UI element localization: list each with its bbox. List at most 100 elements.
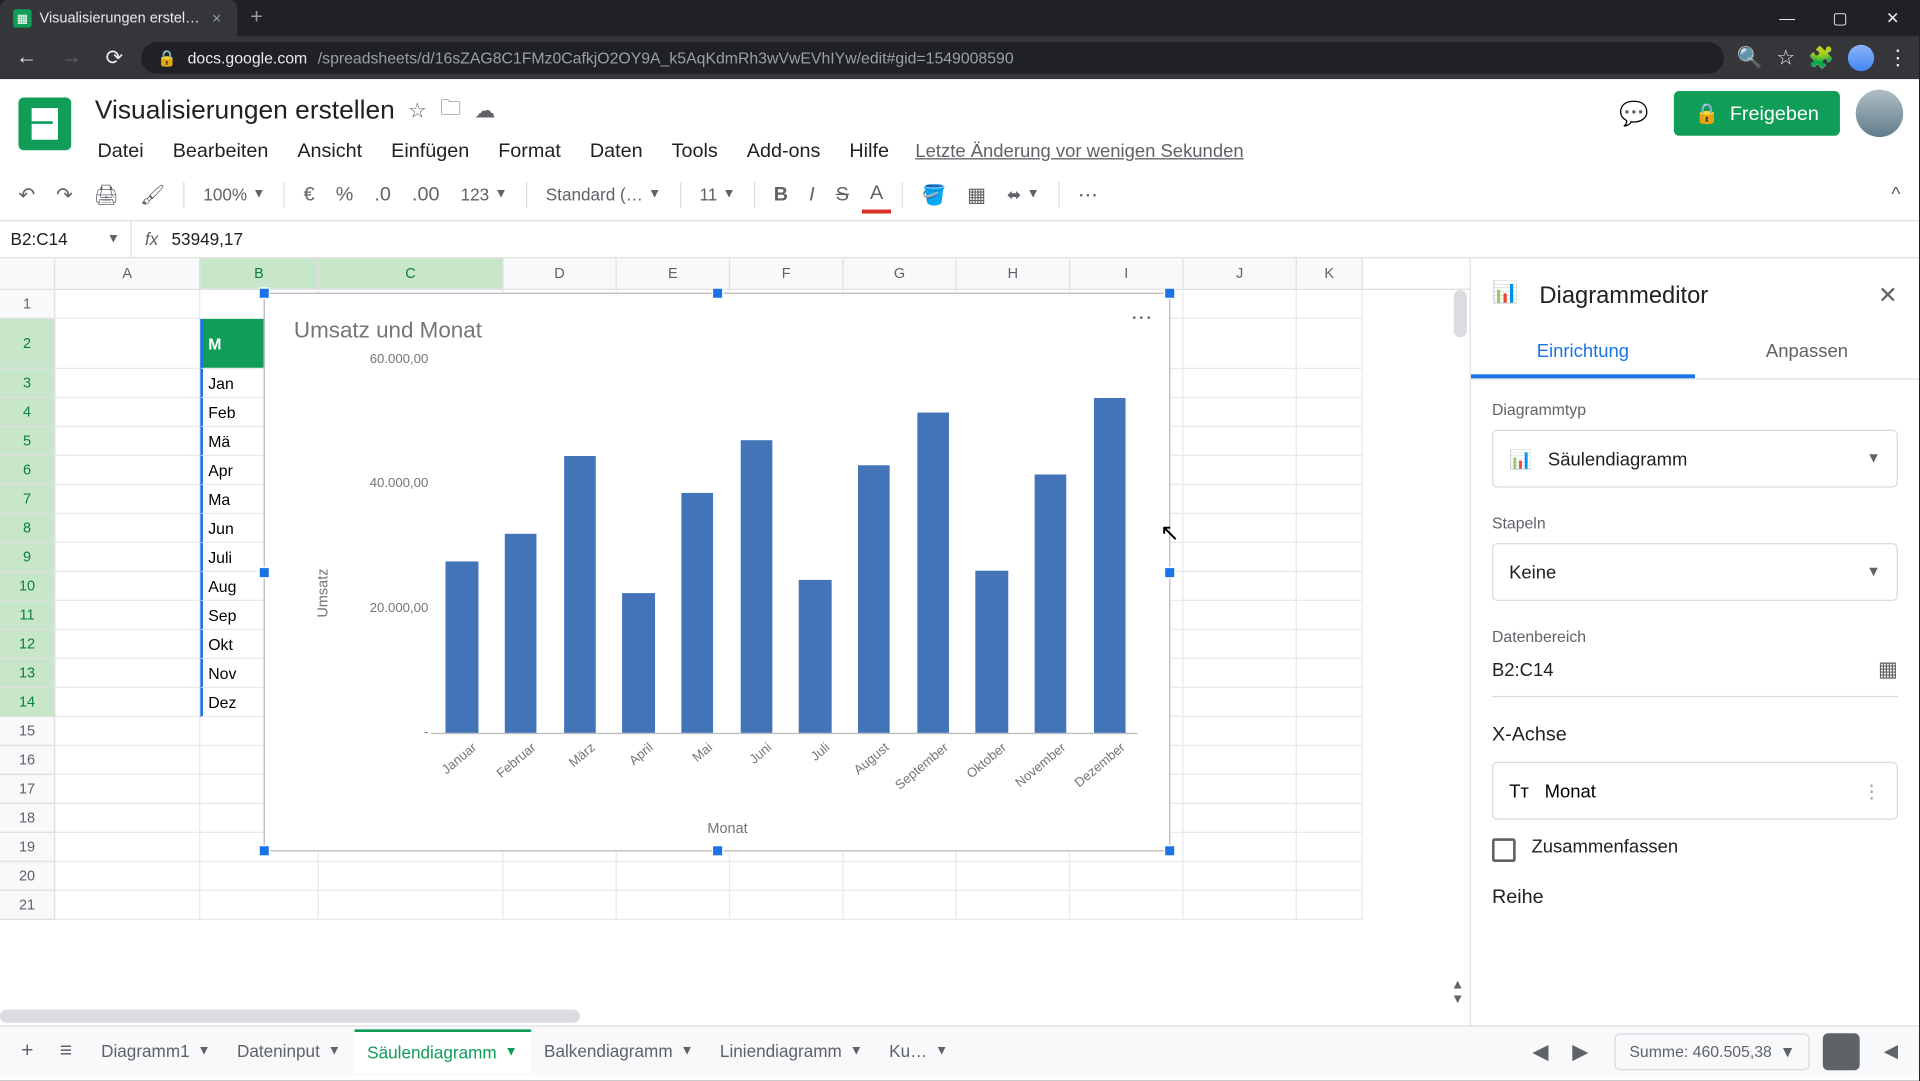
borders-button[interactable]: ▦ <box>959 177 994 211</box>
select-all-corner[interactable] <box>0 258 55 288</box>
chrome-menu-icon[interactable]: ⋮ <box>1887 45 1908 71</box>
close-icon[interactable]: × <box>210 9 225 27</box>
redo-button[interactable]: ↷ <box>48 177 80 211</box>
move-icon[interactable]: 🗀 <box>440 93 461 129</box>
scroll-up-icon[interactable]: ▲ <box>1451 978 1467 992</box>
menu-view[interactable]: Ansicht <box>295 136 365 164</box>
text-color-button[interactable]: A <box>862 176 891 213</box>
chart-menu-icon[interactable]: ⋮ <box>1128 307 1153 325</box>
cloud-status-icon[interactable]: ☁ <box>474 98 495 124</box>
menu-format[interactable]: Format <box>496 136 564 164</box>
window-maximize-button[interactable]: ▢ <box>1814 9 1867 27</box>
bold-button[interactable]: B <box>766 178 796 211</box>
chart-object[interactable]: ⋮ Umsatz und Monat Umsatz Monat -20.000,… <box>264 293 1171 852</box>
col-header[interactable]: J <box>1184 258 1297 288</box>
col-header[interactable]: K <box>1297 258 1363 288</box>
dec-decrease-button[interactable]: .0 <box>367 178 399 211</box>
range-input[interactable] <box>1492 659 1867 680</box>
more-button[interactable]: ⋯ <box>1070 177 1106 211</box>
col-header[interactable]: F <box>730 258 843 288</box>
col-header[interactable]: C <box>319 258 504 288</box>
aggregate-checkbox-row[interactable]: Zusammenfassen <box>1492 836 1898 862</box>
chevron-down-icon[interactable]: ▼ <box>198 1044 211 1058</box>
menu-tools[interactable]: Tools <box>669 136 720 164</box>
menu-insert[interactable]: Einfügen <box>389 136 472 164</box>
window-close-button[interactable]: ✕ <box>1866 9 1919 27</box>
print-button[interactable]: 🖨 <box>86 177 127 211</box>
more-icon[interactable]: ⋮ <box>1862 780 1880 802</box>
sheet-tab[interactable]: Diagramm1▼ <box>88 1029 224 1072</box>
select-range-icon[interactable]: ▦ <box>1878 656 1898 682</box>
vertical-scrollbar[interactable] <box>1451 290 1469 343</box>
font-size-dropdown[interactable]: 11▼ <box>692 179 744 209</box>
fill-color-button[interactable]: 🪣 <box>914 177 954 211</box>
sheet-tab[interactable]: Säulendiagramm▼ <box>354 1029 531 1072</box>
window-minimize-button[interactable]: ― <box>1761 9 1814 27</box>
name-box[interactable]: B2:C14 ▼ <box>0 221 132 257</box>
stacking-dropdown[interactable]: Keine ▼ <box>1492 543 1898 601</box>
chevron-down-icon[interactable]: ▼ <box>505 1045 518 1059</box>
sheet-nav-right[interactable]: ▶ <box>1562 1033 1599 1070</box>
formula-value[interactable]: 53949,17 <box>172 229 243 249</box>
chevron-down-icon[interactable]: ▼ <box>935 1044 948 1058</box>
merge-button[interactable]: ⬌▼ <box>999 179 1048 211</box>
col-header[interactable]: H <box>957 258 1070 288</box>
sheet-area[interactable]: A B C D E F G H I J K 1 2M3Jan4Feb5Mä6Ap… <box>0 258 1471 1025</box>
doc-title[interactable]: Visualisierungen erstellen <box>95 96 395 126</box>
summary-dropdown[interactable]: Summe: 460.505,38 ▼ <box>1615 1033 1810 1070</box>
col-header[interactable]: A <box>55 258 200 288</box>
sheet-nav-left[interactable]: ◀ <box>1522 1033 1559 1070</box>
italic-button[interactable]: I <box>801 178 822 211</box>
menu-edit[interactable]: Bearbeiten <box>170 136 271 164</box>
all-sheets-button[interactable]: ≡ <box>49 1034 82 1068</box>
close-editor-button[interactable]: ✕ <box>1878 281 1898 309</box>
menu-file[interactable]: Datei <box>95 136 146 164</box>
percent-button[interactable]: % <box>328 178 361 211</box>
comments-button[interactable]: 💬 <box>1610 90 1657 137</box>
tab-setup[interactable]: Einrichtung <box>1471 327 1695 378</box>
col-header[interactable]: I <box>1070 258 1183 288</box>
col-header[interactable]: B <box>200 258 319 288</box>
zoom-dropdown[interactable]: 100%▼ <box>195 179 273 209</box>
sheet-tab[interactable]: Ku…▼ <box>876 1029 961 1072</box>
reload-button[interactable]: ⟳ <box>100 45 128 71</box>
dec-increase-button[interactable]: .00 <box>404 178 447 211</box>
bookmark-icon[interactable]: ☆ <box>1776 45 1795 71</box>
last-edit-link[interactable]: Letzte Änderung vor wenigen Sekunden <box>915 140 1243 161</box>
sheet-tab[interactable]: Liniendiagramm▼ <box>707 1029 876 1072</box>
xaxis-field[interactable]: Tᴛ Monat ⋮ <box>1492 762 1898 820</box>
menu-help[interactable]: Hilfe <box>847 136 892 164</box>
zoom-icon[interactable]: 🔍 <box>1737 45 1763 71</box>
col-header[interactable]: G <box>844 258 957 288</box>
tab-customize[interactable]: Anpassen <box>1695 327 1919 378</box>
chevron-down-icon[interactable]: ▼ <box>850 1044 863 1058</box>
undo-button[interactable]: ↶ <box>11 177 43 211</box>
checkbox-icon[interactable] <box>1492 838 1516 862</box>
star-icon[interactable]: ☆ <box>408 98 427 124</box>
menu-data[interactable]: Daten <box>587 136 645 164</box>
chart-type-dropdown[interactable]: 📊 Säulendiagramm ▼ <box>1492 430 1898 488</box>
horizontal-scrollbar[interactable] <box>0 1007 1443 1025</box>
address-bar[interactable]: 🔒 docs.google.com /spreadsheets/d/16sZAG… <box>142 42 1724 74</box>
back-button[interactable]: ← <box>11 46 43 70</box>
scroll-down-icon[interactable]: ▼ <box>1451 992 1467 1006</box>
chevron-down-icon[interactable]: ▼ <box>680 1044 693 1058</box>
font-dropdown[interactable]: Standard (…▼ <box>538 179 669 209</box>
strike-button[interactable]: S <box>828 178 857 211</box>
menu-addons[interactable]: Add-ons <box>744 136 823 164</box>
sheet-tab[interactable]: Dateninput▼ <box>224 1029 354 1072</box>
paint-format-button[interactable]: 🖌 <box>132 177 173 211</box>
number-format-dropdown[interactable]: 123▼ <box>453 179 516 209</box>
new-tab-button[interactable]: + <box>237 7 276 31</box>
col-header[interactable]: D <box>503 258 616 288</box>
currency-button[interactable]: € <box>296 178 323 211</box>
col-header[interactable]: E <box>617 258 730 288</box>
share-button[interactable]: 🔒 Freigeben <box>1674 91 1840 136</box>
sheet-tab[interactable]: Balkendiagramm▼ <box>531 1029 707 1072</box>
profile-avatar-icon[interactable] <box>1848 45 1874 71</box>
extensions-icon[interactable]: 🧩 <box>1808 45 1834 71</box>
account-avatar[interactable] <box>1856 90 1903 137</box>
add-sheet-button[interactable]: + <box>11 1034 44 1068</box>
forward-button[interactable]: → <box>55 46 87 70</box>
chevron-down-icon[interactable]: ▼ <box>328 1044 341 1058</box>
